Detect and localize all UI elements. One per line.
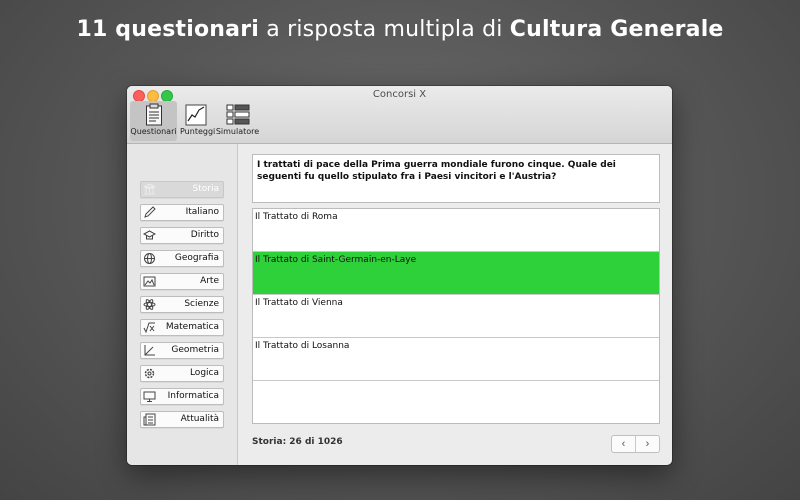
toolbar-label: Punteggi: [180, 127, 216, 136]
category-attualita-button[interactable]: Attualità: [140, 411, 224, 428]
category-label: Informatica: [167, 391, 219, 401]
chart-icon: [185, 104, 207, 126]
previous-question-button[interactable]: ‹: [612, 436, 636, 452]
question-navigation: ‹ ›: [611, 435, 660, 453]
picture-icon: [143, 276, 156, 287]
category-geografia-button[interactable]: Geografia: [140, 250, 224, 267]
globe-icon: [144, 253, 155, 264]
category-diritto-button[interactable]: Diritto: [140, 227, 224, 244]
app-window: Concorsi X Questionari Punteggi Simulato…: [127, 86, 672, 465]
progress-status: Storia: 26 di 1026: [252, 437, 343, 447]
atom-icon: [143, 299, 156, 310]
category-logica-button[interactable]: Logica: [140, 365, 224, 382]
next-question-button[interactable]: ›: [636, 436, 659, 452]
answer-option-correct[interactable]: Il Trattato di Saint-Germain-en-Laye: [253, 252, 659, 295]
category-scienze-button[interactable]: Scienze: [140, 296, 224, 313]
answer-text: Il Trattato di Losanna: [255, 341, 350, 351]
toolbar-label: Questionari: [130, 127, 177, 136]
geometry-icon: [144, 345, 155, 356]
newspaper-icon: [143, 413, 156, 426]
category-label: Diritto: [190, 230, 219, 240]
document-icon: [145, 103, 162, 126]
category-label: Geometria: [171, 345, 219, 355]
category-label: Italiano: [185, 207, 219, 217]
answers-list: Il Trattato di Roma Il Trattato di Saint…: [252, 208, 660, 424]
answer-text: Il Trattato di Roma: [255, 212, 338, 222]
pencil-icon: [144, 206, 156, 218]
graduation-cap-icon: [143, 230, 156, 240]
gear-icon: [144, 368, 155, 379]
category-label: Geografia: [174, 253, 219, 263]
headline-bold-2: Cultura Generale: [509, 17, 724, 42]
category-matematica-button[interactable]: Matematica: [140, 319, 224, 336]
building-icon: [143, 183, 156, 195]
headline-bold-1: 11 questionari: [76, 17, 260, 42]
grid-icon: [226, 104, 249, 125]
answer-option[interactable]: Il Trattato di Vienna: [253, 295, 659, 338]
window-title: Concorsi X: [372, 89, 427, 100]
answer-text: Il Trattato di Saint-Germain-en-Laye: [255, 255, 417, 265]
category-label: Logica: [189, 368, 219, 378]
question-box: I trattati di pace della Prima guerra mo…: [252, 154, 660, 203]
category-arte-button[interactable]: Arte: [140, 273, 224, 290]
category-label: Attualità: [180, 414, 219, 424]
category-geometria-button[interactable]: Geometria: [140, 342, 224, 359]
category-storia-button[interactable]: Storia: [140, 181, 224, 198]
category-label: Storia: [192, 184, 219, 194]
answer-option[interactable]: Il Trattato di Roma: [253, 209, 659, 252]
category-label: Matematica: [165, 322, 219, 332]
titlebar: Concorsi X Questionari Punteggi Simulato…: [127, 86, 672, 144]
category-label: Scienze: [184, 299, 219, 309]
category-italiano-button[interactable]: Italiano: [140, 204, 224, 221]
category-informatica-button[interactable]: Informatica: [140, 388, 224, 405]
monitor-icon: [143, 391, 156, 402]
toolbar-simulatore-button[interactable]: Simulatore: [215, 101, 260, 141]
toolbar-questionari-button[interactable]: Questionari: [130, 101, 177, 141]
headline-mid: a risposta multipla di: [259, 17, 510, 42]
answer-text: Il Trattato di Vienna: [255, 298, 343, 308]
answer-option[interactable]: Il Trattato di Losanna: [253, 338, 659, 381]
category-label: Arte: [200, 276, 219, 286]
category-sidebar: Storia Italiano Diritto Geografia Arte S…: [127, 144, 238, 465]
headline: 11 questionari a risposta multipla di Cu…: [0, 17, 800, 42]
toolbar-punteggi-button[interactable]: Punteggi: [180, 101, 216, 141]
question-text: I trattati di pace della Prima guerra mo…: [257, 160, 616, 182]
toolbar-label: Simulatore: [215, 127, 260, 136]
answer-option[interactable]: [253, 381, 659, 423]
square-root-icon: [143, 322, 155, 334]
